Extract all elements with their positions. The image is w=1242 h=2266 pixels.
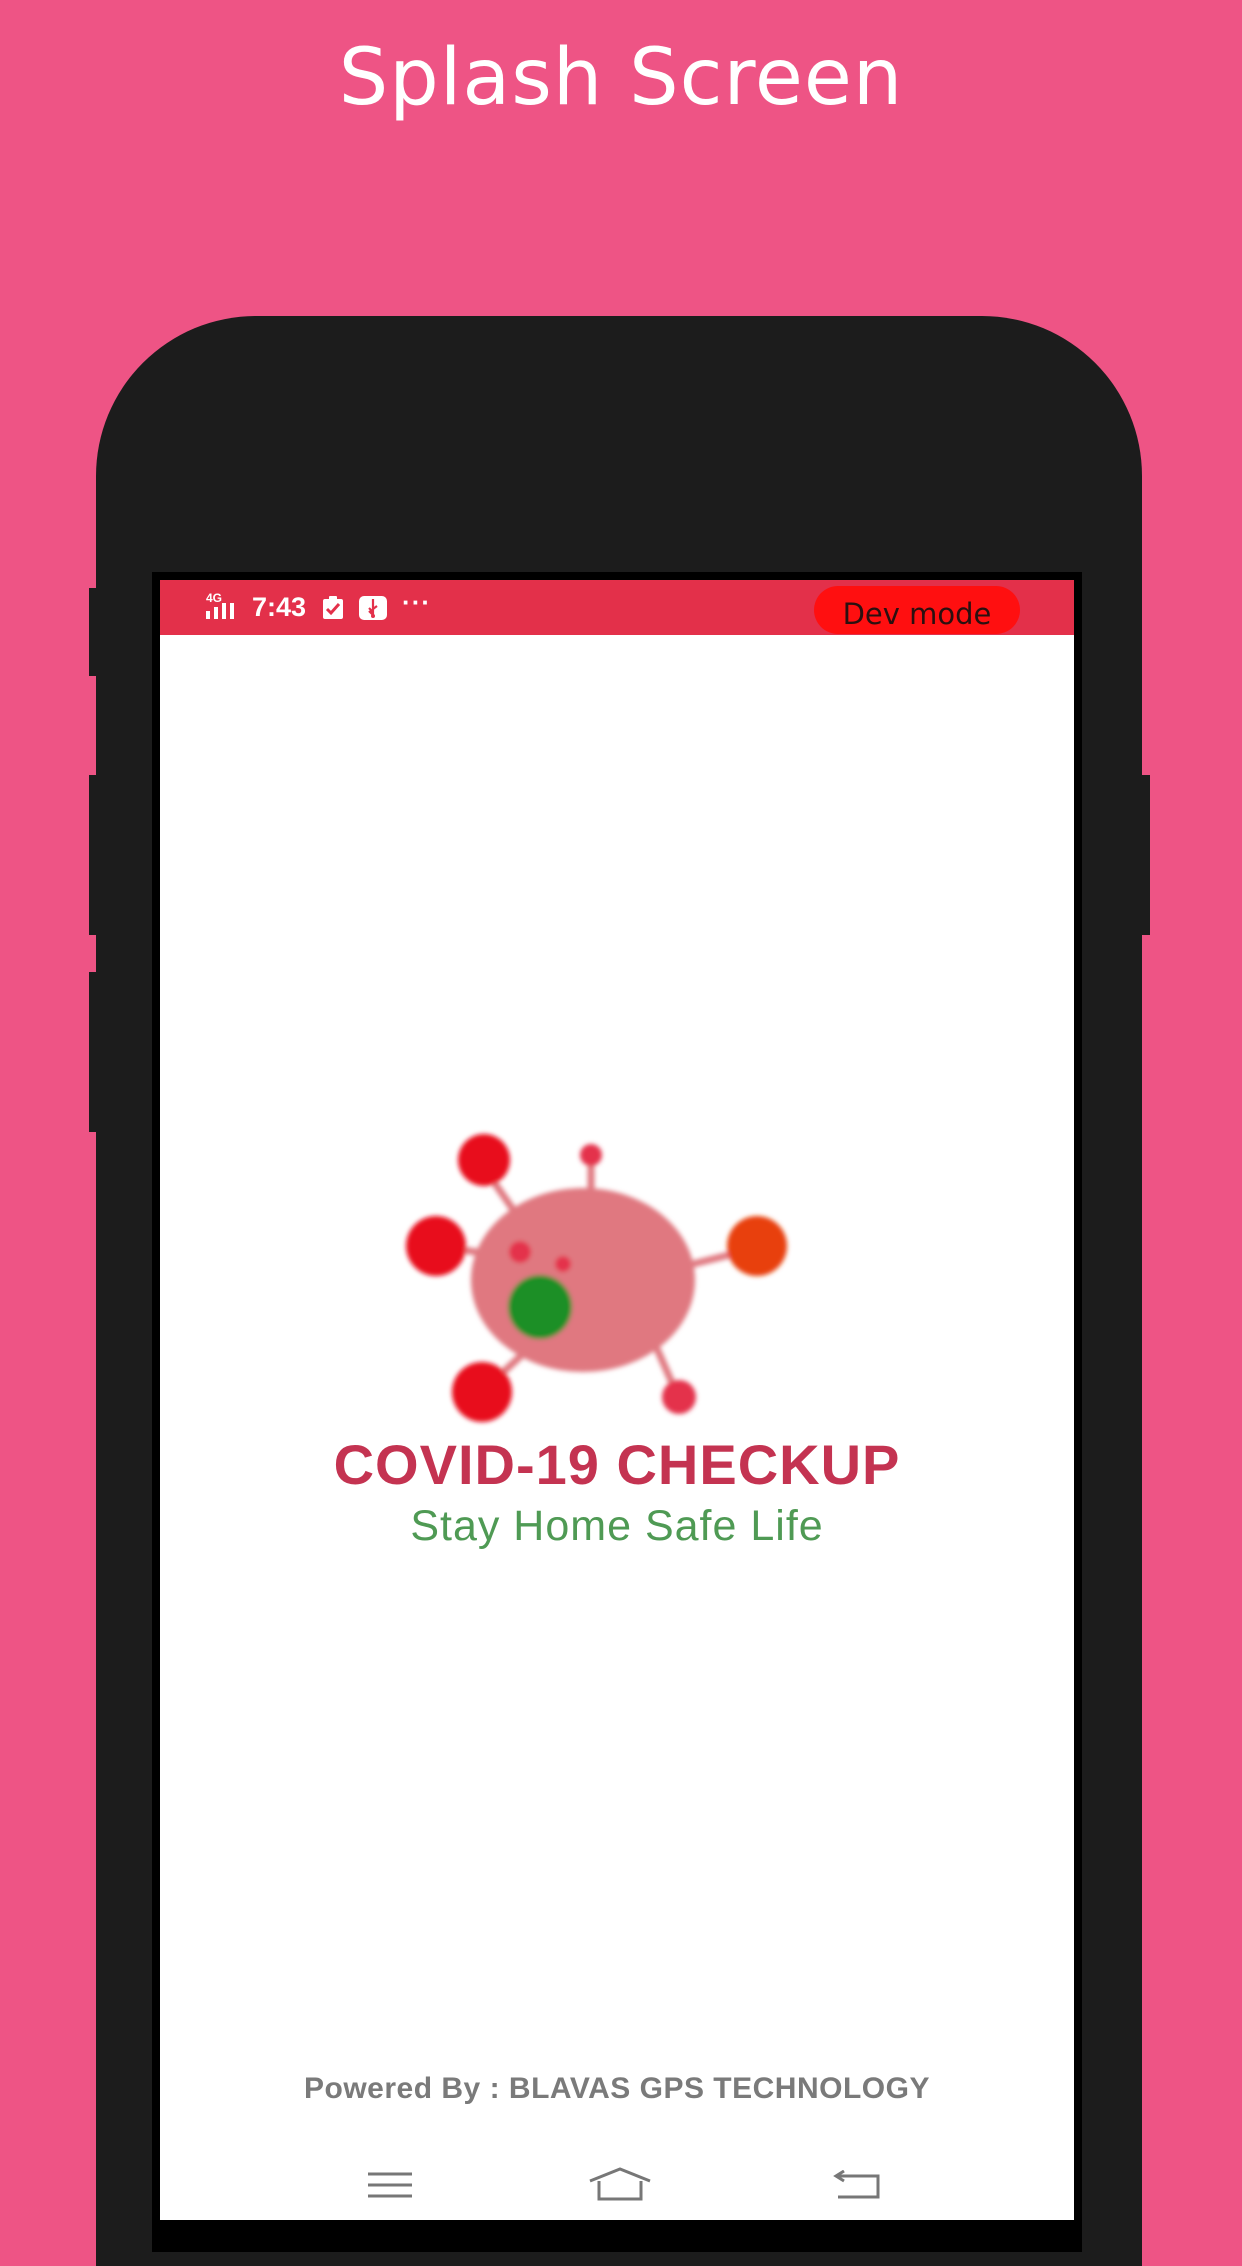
dev-mode-badge[interactable]: Dev mode	[814, 586, 1020, 634]
clipboard-check-icon	[322, 595, 344, 620]
usb-icon	[358, 595, 388, 621]
home-icon[interactable]	[580, 2150, 660, 2220]
network-type: 4G	[206, 590, 223, 605]
phone-screen: 4G 7:43 ··· Dev mode COVID-19 CHECKUP St…	[160, 580, 1074, 2220]
virus-logo-icon	[406, 1134, 787, 1422]
navigation-bar	[160, 2150, 1074, 2220]
banner-title: Splash Screen	[338, 33, 904, 123]
status-time: 7:43	[252, 592, 307, 622]
powered-by-text: Powered By : BLAVAS GPS TECHNOLOGY	[304, 2072, 930, 2105]
more-notifications-icon: ···	[402, 587, 432, 617]
signal-icon: 4G	[206, 590, 246, 623]
status-bar: 4G 7:43 ··· Dev mode	[160, 580, 1074, 635]
phone-side-button-left-3	[89, 972, 98, 1132]
phone-side-button-left-1	[89, 588, 98, 676]
status-bar-left: 4G 7:43 ···	[206, 580, 431, 635]
app-title: COVID-19 CHECKUP	[333, 1433, 901, 1496]
phone-side-button-left-2	[89, 775, 98, 935]
back-icon[interactable]	[818, 2150, 898, 2220]
phone-side-button-right	[1140, 775, 1150, 935]
menu-icon[interactable]	[350, 2150, 430, 2220]
app-tagline: Stay Home Safe Life	[410, 1502, 824, 1550]
